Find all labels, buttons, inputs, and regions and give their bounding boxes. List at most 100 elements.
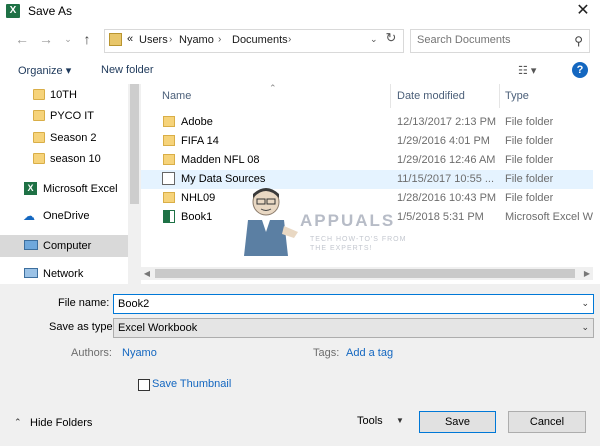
sidebar-item-label: PYCO IT [50,110,95,122]
column-header-type[interactable]: Type [505,90,529,102]
file-name: Madden NFL 08 [181,154,260,166]
address-bar[interactable]: « Users › Nyamo › Documents › ⌄ [104,29,404,53]
search-box[interactable]: ⚲ [410,29,590,53]
sidebar-item-pyco-it[interactable]: PYCO IT [0,105,128,127]
file-row[interactable]: My Data Sources 11/15/2017 10:55 ... Fil… [141,170,593,189]
help-icon[interactable]: ? [572,62,588,78]
save-thumbnail-label[interactable]: Save Thumbnail [152,378,231,390]
back-arrow-icon[interactable]: ← [14,31,30,47]
file-name: My Data Sources [181,173,266,185]
chevron-right-icon[interactable]: › [169,34,172,45]
chevron-down-icon[interactable]: ⌄ [581,322,589,333]
file-name: FIFA 14 [181,135,219,147]
chevron-right-icon[interactable]: › [218,34,221,45]
folder-icon [33,132,45,143]
file-date: 1/28/2016 10:43 PM [397,192,497,204]
sidebar-item-season-10[interactable]: season 10 [0,148,128,170]
file-row[interactable]: Madden NFL 08 1/29/2016 12:46 AM File fo… [141,151,593,170]
close-button[interactable]: ✕ [566,0,600,24]
scroll-right-icon[interactable]: ▶ [581,267,593,280]
forward-arrow-icon[interactable]: → [38,31,54,47]
authors-value[interactable]: Nyamo [122,347,157,359]
tools-button[interactable]: Tools [357,415,383,427]
sidebar-item-season-2[interactable]: Season 2 [0,127,128,149]
file-row[interactable]: NHL09 1/28/2016 10:43 PM File folder [141,189,593,208]
cancel-button[interactable]: Cancel [508,411,586,433]
address-row: ← → ⌄ ↑ « Users › Nyamo › Documents › ⌄ … [0,27,600,55]
file-type: Microsoft Excel W... [505,211,593,223]
sidebar-scrollbar[interactable] [128,84,141,284]
folder-icon [163,154,175,165]
column-divider[interactable] [390,84,391,108]
recent-locations-icon[interactable]: ⌄ [60,31,76,47]
add-tag-link[interactable]: Add a tag [346,347,393,359]
chevron-down-icon[interactable]: ⌄ [370,34,378,45]
sort-indicator-icon: ⌃ [269,83,277,93]
sidebar-item-onedrive[interactable]: ☁ OneDrive [0,205,128,227]
file-row[interactable]: FIFA 14 1/29/2016 4:01 PM File folder [141,132,593,151]
file-type: File folder [505,116,554,128]
refresh-icon[interactable]: ↻ [383,30,399,46]
chevron-right-icon[interactable]: › [288,34,291,45]
excel-icon: X [6,4,20,18]
breadcrumb-prefix[interactable]: « [127,33,133,45]
scrollbar-thumb[interactable] [155,269,575,278]
title-bar: X Save As ✕ [0,0,600,24]
search-icon[interactable]: ⚲ [574,34,583,48]
watermark-brand: APPUALS [300,211,396,230]
file-row[interactable]: Adobe 12/13/2017 2:13 PM File folder [141,113,593,132]
breadcrumb-users[interactable]: Users [139,34,168,46]
network-icon [24,268,38,278]
watermark-tagline-line: THE EXPERTS! [310,245,373,252]
watermark-mascot-icon [244,188,298,256]
file-name: Book1 [181,211,213,223]
search-input[interactable] [417,34,567,46]
save-thumbnail-checkbox[interactable] [138,379,150,391]
folder-icon [33,110,45,121]
cloud-icon: ☁ [23,209,35,223]
breadcrumb-nyamo[interactable]: Nyamo [179,34,214,46]
excel-file-icon [163,210,175,223]
column-header-name[interactable]: Name [162,90,191,102]
sidebar-item-computer[interactable]: Computer [0,235,128,257]
authors-label: Authors: [71,347,112,359]
folder-icon [163,135,175,146]
scroll-left-icon[interactable]: ◀ [141,267,153,280]
file-date: 1/29/2016 4:01 PM [397,135,490,147]
hide-folders-button[interactable]: Hide Folders [30,417,92,429]
new-folder-button[interactable]: New folder [101,64,154,76]
sidebar-item-label: Network [43,268,84,280]
folder-icon [163,192,175,203]
watermark-tagline: TECH HOW-TO'S FROM THE EXPERTS! [310,235,406,253]
window-title: Save As [28,4,73,18]
organize-button[interactable]: Organize ▾ [18,64,71,77]
horizontal-scrollbar[interactable]: ◀ ▶ [141,267,593,280]
sidebar-item-label: season 10 [50,153,101,165]
save-type-select[interactable]: Excel Workbook ⌄ [113,318,594,338]
column-divider[interactable] [499,84,500,108]
computer-icon [24,240,38,250]
column-header-date[interactable]: Date modified [397,90,465,102]
sidebar-item-10th[interactable]: 10TH [0,84,128,106]
file-type: File folder [505,154,554,166]
save-type-value: Excel Workbook [118,322,198,334]
file-name-input[interactable] [118,298,568,310]
up-arrow-icon[interactable]: ↑ [79,31,95,47]
scrollbar-thumb[interactable] [130,84,139,204]
sidebar-item-microsoft-excel[interactable]: X Microsoft Excel [0,178,128,200]
save-button[interactable]: Save [419,411,496,433]
sidebar-item-network[interactable]: Network [0,263,128,285]
file-name-field[interactable]: ⌄ [113,294,594,314]
breadcrumb-documents[interactable]: Documents [232,34,288,46]
vertical-scrollbar[interactable] [593,84,600,284]
save-options-panel: File name: ⌄ Save as type: Excel Workboo… [0,284,600,446]
view-options-icon[interactable]: ☷ ▾ [518,64,536,77]
tags-label: Tags: [313,347,340,359]
sidebar-item-label: OneDrive [43,210,90,222]
column-header-row: ⌃ Name Date modified Type [141,83,593,108]
chevron-up-icon[interactable]: ⌃ [14,417,22,428]
data-sources-icon [162,172,175,185]
chevron-down-icon[interactable]: ▼ [396,416,404,425]
folder-icon [109,33,122,46]
chevron-down-icon[interactable]: ⌄ [581,298,589,309]
